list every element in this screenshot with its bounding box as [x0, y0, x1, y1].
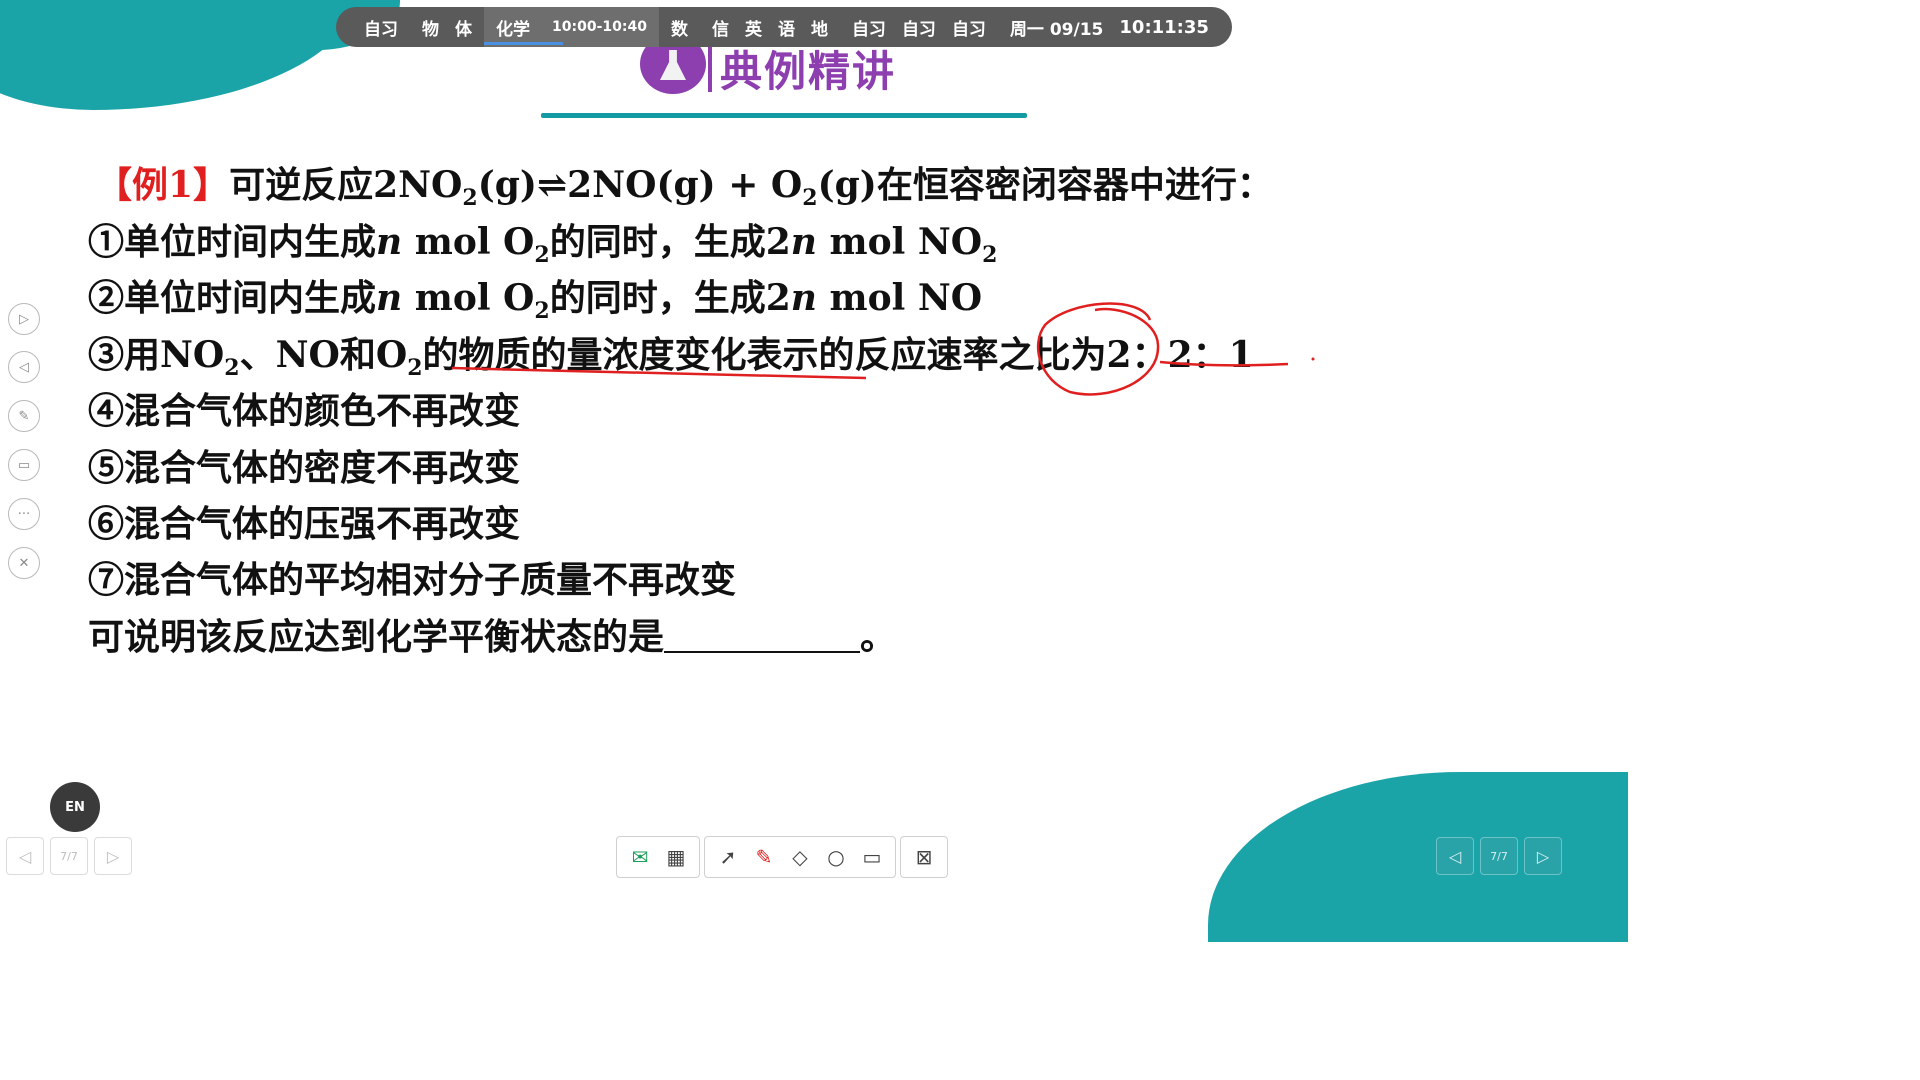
toolbar-group-3: ⊠	[900, 836, 948, 878]
grid-icon[interactable]: ▦	[661, 842, 691, 872]
pen-icon[interactable]: ✎	[8, 400, 40, 432]
more-icon[interactable]: ···	[8, 498, 40, 530]
eraser-icon[interactable]: ◇	[785, 842, 815, 872]
back-icon[interactable]: ◁	[8, 351, 40, 383]
language-badge[interactable]: EN	[50, 782, 100, 832]
mail-icon[interactable]: ✉	[625, 842, 655, 872]
play-icon[interactable]: ▷	[8, 303, 40, 335]
pen-tool-icon[interactable]: ✎	[749, 842, 779, 872]
page-indicator-right[interactable]: 7/7	[1480, 837, 1518, 875]
next-page-button-right[interactable]: ▷	[1524, 837, 1562, 875]
toolbar-group-2: ➚ ✎ ◇ ○ ▭	[704, 836, 896, 878]
exit-icon[interactable]: ✕	[8, 547, 40, 579]
annotation-underline	[451, 366, 867, 380]
prev-page-button-right[interactable]: ◁	[1436, 837, 1474, 875]
prev-page-button[interactable]: ◁	[6, 837, 44, 875]
handwritten-annotations	[451, 302, 1315, 396]
whiteboard-icon[interactable]: ▭	[857, 842, 887, 872]
pointer-icon[interactable]: ➚	[713, 842, 743, 872]
toolbar-group-1: ✉ ▦	[616, 836, 700, 878]
close-presentation-icon[interactable]: ⊠	[909, 842, 939, 872]
next-page-button[interactable]: ▷	[94, 837, 132, 875]
page-indicator[interactable]: 7/7	[50, 837, 88, 875]
bottom-toolbar: ✉ ▦ ➚ ✎ ◇ ○ ▭ ⊠	[616, 836, 948, 878]
annotation-underline-ratio	[1159, 360, 1289, 367]
search-icon[interactable]: ○	[821, 842, 851, 872]
annotation-circle	[1036, 302, 1160, 396]
annotation-dot	[1311, 357, 1315, 361]
screen-icon[interactable]: ▭	[8, 449, 40, 481]
